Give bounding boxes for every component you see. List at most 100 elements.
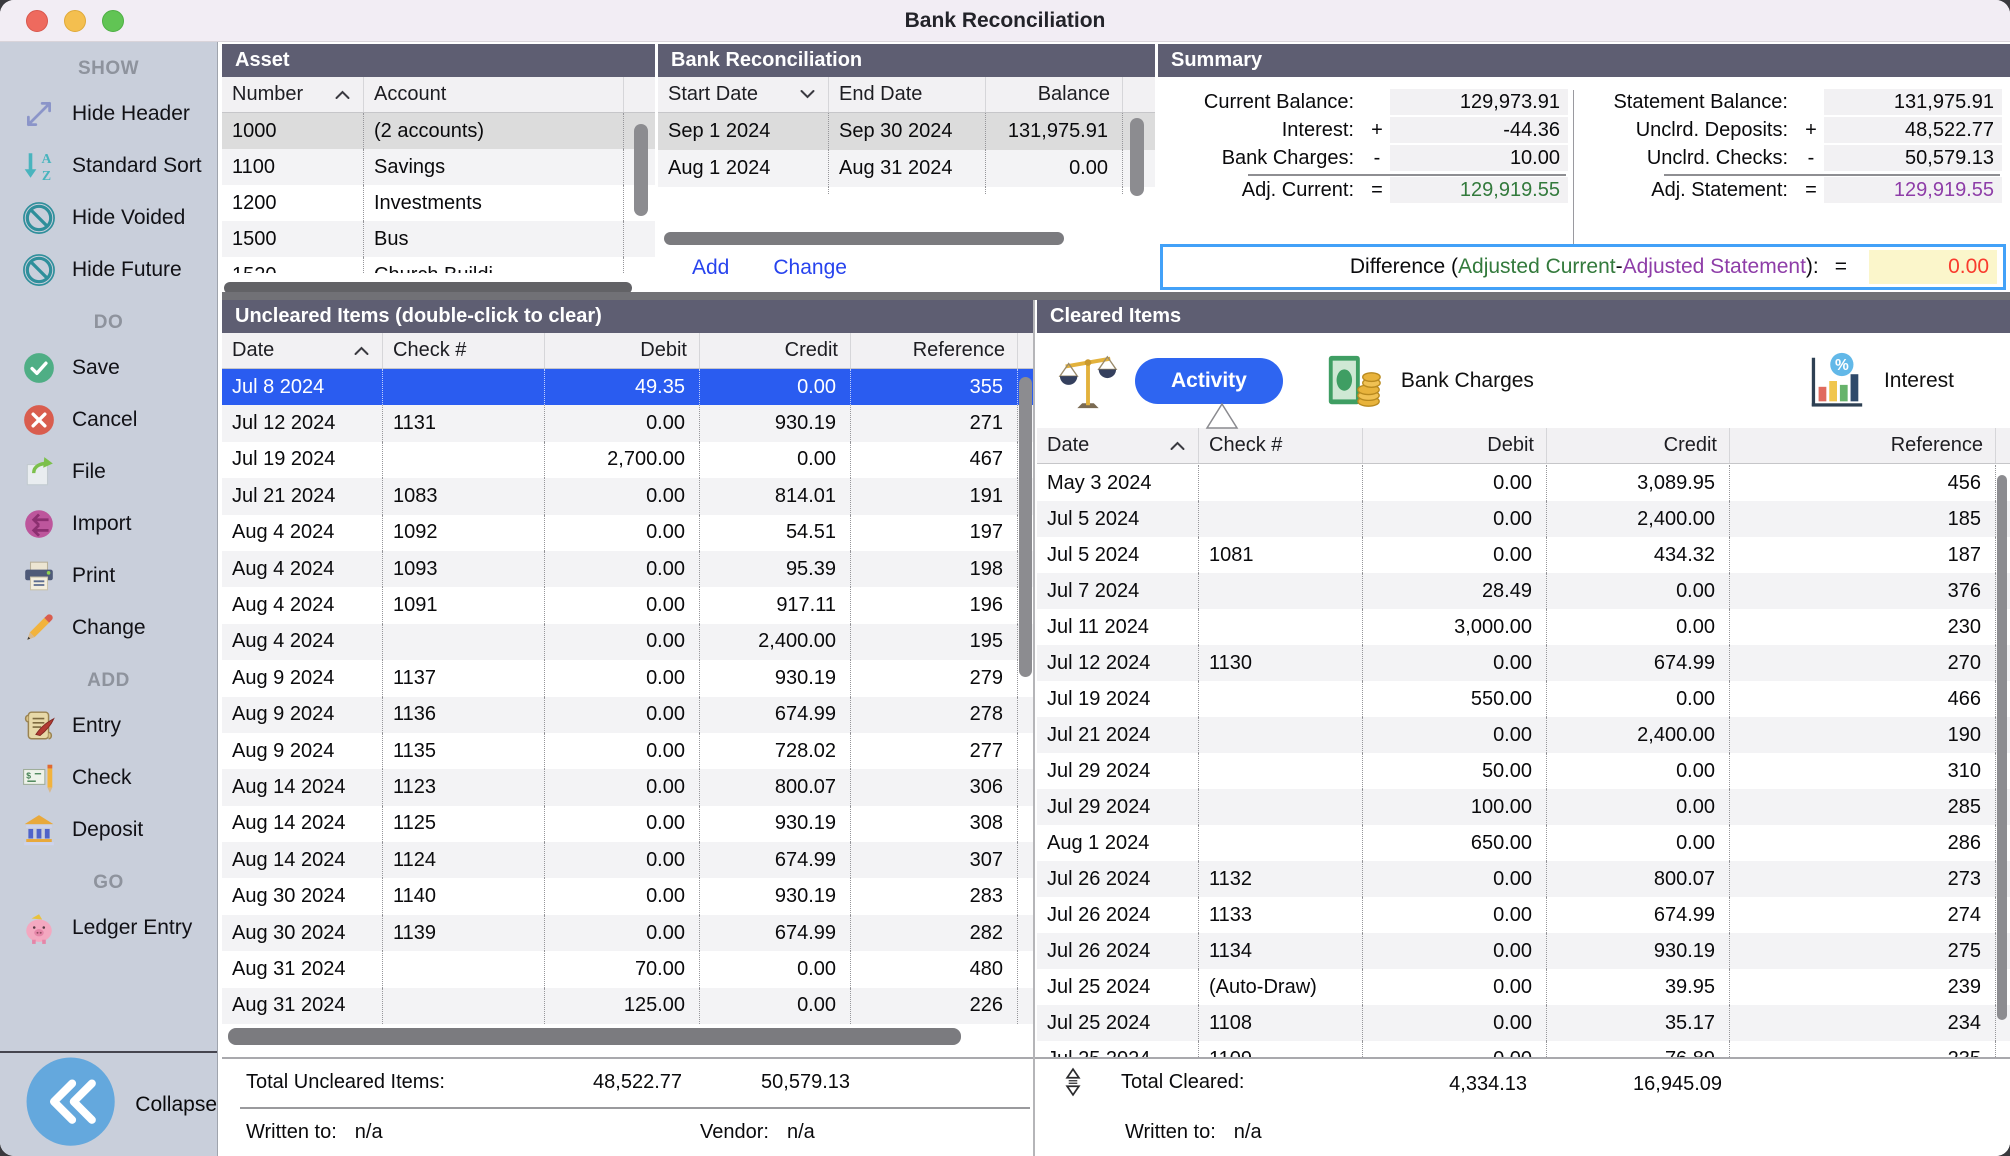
- table-row[interactable]: Jul 25 202411080.0035.17234: [1037, 1005, 2010, 1041]
- bankrec-vertical-scrollbar[interactable]: [1130, 118, 1144, 196]
- column-header-debit[interactable]: Debit: [544, 333, 699, 368]
- sidebar-item-ledger-entry[interactable]: Ledger Entry: [0, 902, 217, 954]
- table-row[interactable]: Aug 14 202411250.00930.19308: [222, 806, 1035, 842]
- tab-label[interactable]: Activity: [1135, 358, 1283, 404]
- sidebar-item-hide-header[interactable]: Hide Header: [0, 88, 217, 140]
- close-button[interactable]: [26, 10, 48, 32]
- table-row[interactable]: Aug 14 202411240.00674.99307: [222, 842, 1035, 878]
- cell: 0.00: [1362, 465, 1546, 501]
- table-row[interactable]: 1200Investments: [222, 185, 655, 221]
- table-row[interactable]: Sep 1 2024Sep 30 2024131,975.91: [658, 113, 1155, 150]
- table-row[interactable]: Jul 19 20242,700.000.00467: [222, 442, 1035, 478]
- sidebar-item-save[interactable]: Save: [0, 342, 217, 394]
- table-row[interactable]: 1500Bus: [222, 221, 655, 257]
- asset-vertical-scrollbar[interactable]: [634, 124, 648, 216]
- table-row[interactable]: Aug 9 202411360.00674.99278: [222, 697, 1035, 733]
- table-row[interactable]: Jul 12 202411310.00930.19271: [222, 405, 1035, 441]
- column-header-reference[interactable]: Reference: [850, 333, 1017, 368]
- sidebar-item-change[interactable]: Change: [0, 602, 217, 654]
- table-row[interactable]: [658, 187, 1155, 195]
- cell: [1198, 501, 1362, 537]
- table-row[interactable]: Jul 19 2024550.000.00466: [1037, 681, 2010, 717]
- table-row[interactable]: Jul 5 20240.002,400.00185: [1037, 501, 2010, 537]
- cell: Sep 1 2024: [658, 113, 828, 150]
- sidebar-item-hide-voided[interactable]: Hide Voided: [0, 192, 217, 244]
- table-row[interactable]: Jul 5 202410810.00434.32187: [1037, 537, 2010, 573]
- table-row[interactable]: Aug 1 2024Aug 31 20240.00: [658, 150, 1155, 187]
- sidebar-item-standard-sort[interactable]: AZStandard Sort: [0, 140, 217, 192]
- column-header-start-date[interactable]: Start Date: [658, 77, 828, 112]
- expand-collapse-icon[interactable]: [1059, 1067, 1087, 1097]
- table-row[interactable]: Aug 1 2024650.000.00286: [1037, 825, 2010, 861]
- change-link[interactable]: Change: [773, 256, 847, 280]
- uncleared-horizontal-scrollbar[interactable]: [228, 1028, 961, 1045]
- column-header-date[interactable]: Date: [222, 333, 382, 368]
- tab-label[interactable]: Bank Charges: [1401, 369, 1534, 393]
- table-row[interactable]: May 3 20240.003,089.95456: [1037, 465, 2010, 501]
- cleared-vertical-scrollbar[interactable]: [1997, 475, 2007, 1020]
- table-row[interactable]: Aug 30 202411400.00930.19283: [222, 878, 1035, 914]
- sidebar-item-file[interactable]: File: [0, 446, 217, 498]
- tab-interest[interactable]: %Interest: [1806, 350, 1954, 412]
- table-row[interactable]: Jul 12 202411300.00674.99270: [1037, 645, 2010, 681]
- column-header-reference[interactable]: Reference: [1729, 428, 1995, 463]
- tab-label[interactable]: Interest: [1884, 369, 1954, 393]
- minimize-button[interactable]: [64, 10, 86, 32]
- table-row[interactable]: Jul 26 202411340.00930.19275: [1037, 933, 2010, 969]
- tab-activity[interactable]: Activity: [1057, 350, 1283, 412]
- sidebar-item-check[interactable]: $Check: [0, 752, 217, 804]
- table-row[interactable]: Aug 9 202411370.00930.19279: [222, 660, 1035, 696]
- table-row[interactable]: Jul 21 202410830.00814.01191: [222, 478, 1035, 514]
- table-row[interactable]: Aug 4 202410930.0095.39198: [222, 551, 1035, 587]
- table-row[interactable]: 1520Church Buildi: [222, 257, 655, 273]
- sidebar-item-deposit[interactable]: Deposit: [0, 804, 217, 856]
- column-header-number[interactable]: Number: [222, 77, 363, 112]
- column-header-end-date[interactable]: End Date: [828, 77, 985, 112]
- column-header-date[interactable]: Date: [1037, 428, 1198, 463]
- asset-panel: Asset NumberAccount 1000(2 accounts)1100…: [222, 44, 655, 298]
- table-row[interactable]: Jul 29 202450.000.00310: [1037, 753, 2010, 789]
- table-row[interactable]: Jul 7 202428.490.00376: [1037, 573, 2010, 609]
- bankrec-horizontal-scrollbar[interactable]: [664, 232, 1064, 245]
- tab-bank-charges[interactable]: Bank Charges: [1323, 350, 1534, 412]
- column-header-credit[interactable]: Credit: [699, 333, 850, 368]
- add-link[interactable]: Add: [692, 256, 729, 280]
- sidebar-item-entry[interactable]: Entry: [0, 700, 217, 752]
- table-row[interactable]: Jul 8 202449.350.00355: [222, 369, 1035, 405]
- sidebar-item-hide-future[interactable]: Hide Future: [0, 244, 217, 296]
- table-row[interactable]: Aug 9 202411350.00728.02277: [222, 733, 1035, 769]
- cell: 0.00: [544, 842, 699, 878]
- uncleared-vertical-scrollbar[interactable]: [1019, 377, 1032, 677]
- sidebar-item-print[interactable]: Print: [0, 550, 217, 602]
- table-row[interactable]: Aug 14 202411230.00800.07306: [222, 769, 1035, 805]
- cell: 125.00: [544, 988, 699, 1024]
- column-header-credit[interactable]: Credit: [1546, 428, 1729, 463]
- table-row[interactable]: 1000(2 accounts): [222, 113, 655, 149]
- table-row[interactable]: Aug 31 2024125.000.00226: [222, 988, 1035, 1024]
- bank-reconciliation-panel: Bank Reconciliation Start DateEnd DateBa…: [658, 44, 1155, 298]
- table-row[interactable]: Jul 25 2024(Auto-Draw)0.0039.95239: [1037, 969, 2010, 1005]
- table-row[interactable]: Aug 31 202470.000.00480: [222, 951, 1035, 987]
- table-row[interactable]: Jul 11 20243,000.000.00230: [1037, 609, 2010, 645]
- table-row[interactable]: Aug 4 202410920.0054.51197: [222, 515, 1035, 551]
- table-row[interactable]: Jul 26 202411320.00800.07273: [1037, 861, 2010, 897]
- column-header-debit[interactable]: Debit: [1362, 428, 1546, 463]
- table-row[interactable]: Jul 29 2024100.000.00285: [1037, 789, 2010, 825]
- cell: 76.89: [1546, 1041, 1729, 1057]
- column-header-balance[interactable]: Balance: [985, 77, 1122, 112]
- table-row[interactable]: Aug 4 20240.002,400.00195: [222, 624, 1035, 660]
- cell: Jul 5 2024: [1037, 501, 1198, 537]
- table-row[interactable]: Jul 26 202411330.00674.99274: [1037, 897, 2010, 933]
- zoom-button[interactable]: [102, 10, 124, 32]
- sidebar-item-import[interactable]: Import: [0, 498, 217, 550]
- sidebar-item-cancel[interactable]: Cancel: [0, 394, 217, 446]
- sidebar-item-collapse[interactable]: Collapse: [0, 1051, 217, 1156]
- table-row[interactable]: Aug 4 202410910.00917.11196: [222, 587, 1035, 623]
- cell: 0.00: [1362, 933, 1546, 969]
- table-row[interactable]: 1100Savings: [222, 149, 655, 185]
- column-header-account[interactable]: Account: [363, 77, 623, 112]
- column-header-check[interactable]: Check #: [382, 333, 544, 368]
- table-row[interactable]: Aug 30 202411390.00674.99282: [222, 915, 1035, 951]
- table-row[interactable]: Jul 25 202411090.0076.89235: [1037, 1041, 2010, 1057]
- table-row[interactable]: Jul 21 20240.002,400.00190: [1037, 717, 2010, 753]
